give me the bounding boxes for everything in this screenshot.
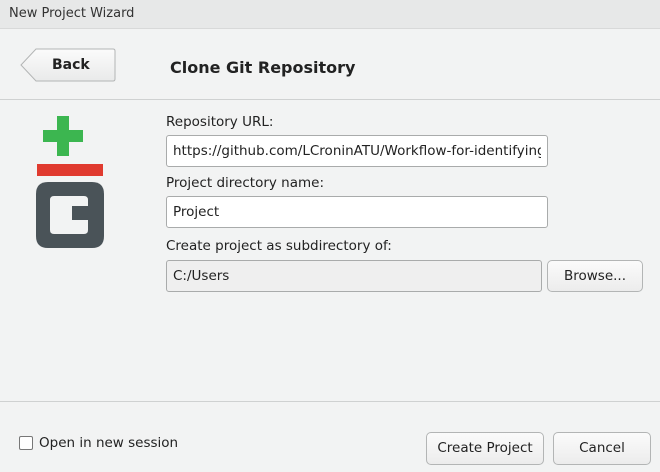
repository-url-input[interactable]: [166, 135, 548, 167]
browse-button[interactable]: Browse...: [547, 260, 643, 292]
project-directory-name-input[interactable]: [166, 196, 548, 228]
title-bar: New Project Wizard: [0, 0, 660, 29]
create-project-button[interactable]: Create Project: [426, 432, 544, 465]
git-logo-icon: [36, 116, 104, 248]
open-in-new-session-checkbox[interactable]: [19, 436, 33, 450]
project-directory-name-label: Project directory name:: [166, 175, 324, 191]
wizard-header: Back Clone Git Repository: [0, 29, 660, 100]
subdirectory-label: Create project as subdirectory of:: [166, 238, 392, 254]
open-in-new-session-label: Open in new session: [39, 435, 179, 451]
footer-divider: [0, 401, 660, 402]
window-title: New Project Wizard: [9, 6, 135, 21]
repository-url-label: Repository URL:: [166, 114, 274, 130]
back-button-label: Back: [52, 57, 90, 73]
back-button[interactable]: Back: [20, 48, 116, 82]
new-project-wizard-window: New Project Wizard Back Clone Git Reposi…: [0, 0, 660, 472]
subdirectory-path-input[interactable]: [166, 260, 542, 292]
page-title: Clone Git Repository: [170, 58, 356, 77]
cancel-button[interactable]: Cancel: [553, 432, 651, 465]
